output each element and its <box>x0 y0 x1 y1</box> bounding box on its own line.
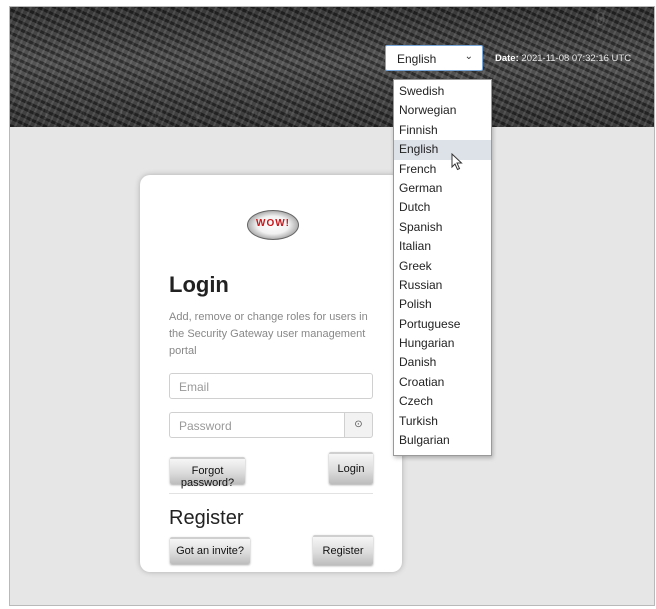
language-option[interactable]: Turkish <box>394 412 491 431</box>
language-option[interactable]: Croatian <box>394 373 491 392</box>
divider <box>169 493 373 494</box>
language-option[interactable]: Spanish <box>394 218 491 237</box>
password-placeholder: Password <box>179 419 232 433</box>
language-option[interactable]: Hungarian <box>394 334 491 353</box>
email-placeholder: Email <box>179 380 210 394</box>
language-option[interactable]: Swedish <box>394 82 491 101</box>
show-password-button[interactable]: ⊙ <box>344 412 373 438</box>
login-card: WOW! Login Add, remove or change roles f… <box>140 175 402 572</box>
login-button[interactable]: Login <box>329 452 373 484</box>
login-description: Add, remove or change roles for users in… <box>169 311 368 357</box>
logo-text: WOW! <box>256 218 290 229</box>
language-select[interactable]: English ⌄ <box>385 45 483 71</box>
eye-icon: ⊙ <box>354 419 363 430</box>
mouse-cursor-icon <box>451 153 463 171</box>
date-label: Date: <box>495 53 519 64</box>
register-button[interactable]: Register <box>313 535 373 565</box>
language-option[interactable]: Polish <box>394 295 491 314</box>
forgot-password-button[interactable]: Forgot password? <box>170 457 245 489</box>
company-logo: WOW! <box>247 210 299 240</box>
language-option[interactable]: Greek <box>394 257 491 276</box>
language-option[interactable]: German <box>394 179 491 198</box>
language-option[interactable]: Bulgarian <box>394 431 491 450</box>
login-title: Login <box>169 272 229 297</box>
language-option[interactable]: Danish <box>394 353 491 372</box>
password-field[interactable]: Password <box>169 412 344 438</box>
language-option[interactable]: Norwegian <box>394 101 491 120</box>
date-value: 2021-11-08 07:32:16 UTC <box>521 53 632 64</box>
language-option-highlighted[interactable]: English <box>394 140 491 160</box>
chevron-down-icon: ⌄ <box>464 51 473 62</box>
banner-decoration: 1 1 1 0 1 10 0 <box>40 103 304 124</box>
language-option[interactable]: Dutch <box>394 198 491 217</box>
date-info: Date: 2021-11-08 07:32:16 UTC <box>495 53 631 64</box>
email-field[interactable]: Email <box>169 373 373 399</box>
register-title: Register <box>169 507 244 529</box>
language-option[interactable]: Russian <box>394 276 491 295</box>
banner-decoration-right: 0 <box>595 9 606 30</box>
language-select-value: English <box>397 52 437 66</box>
language-option[interactable]: Portuguese <box>394 315 491 334</box>
language-option[interactable]: French <box>394 160 491 179</box>
language-dropdown-list: Swedish Norwegian Finnish English French… <box>393 79 492 456</box>
language-option[interactable]: Italian <box>394 237 491 256</box>
language-option[interactable]: Finnish <box>394 121 491 140</box>
language-option[interactable]: Czech <box>394 392 491 411</box>
got-invite-button[interactable]: Got an invite? <box>170 537 250 564</box>
header-banner: 1 1 1 0 1 10 0 0 <box>10 7 654 127</box>
